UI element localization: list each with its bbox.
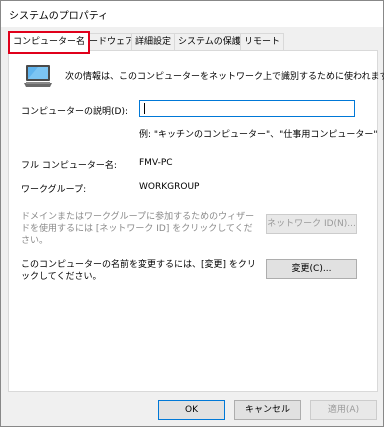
network-id-button[interactable]: ネットワーク ID(N)... xyxy=(266,214,357,234)
change-description: このコンピューターの名前を変更するには、[変更] をクリックしてください。 xyxy=(21,260,256,282)
tab-remote[interactable]: リモート xyxy=(240,33,285,50)
tab-advanced[interactable]: 詳細設定 xyxy=(131,33,176,50)
title-bar[interactable]: システムのプロパティ xyxy=(1,1,383,27)
text-caret xyxy=(144,103,145,114)
full-name-label: フル コンピューター名: xyxy=(21,161,117,171)
tab-computer-name[interactable]: コンピューター名 xyxy=(8,31,91,54)
full-name-value: FMV-PC xyxy=(139,158,173,168)
window-title: システムのプロパティ xyxy=(9,11,109,22)
intro-text: 次の情報は、このコンピューターをネットワーク上で識別するために使われます。 xyxy=(65,72,384,82)
cancel-button[interactable]: キャンセル xyxy=(234,400,301,420)
workgroup-label: ワークグループ: xyxy=(21,185,87,195)
workgroup-value: WORKGROUP xyxy=(139,182,200,192)
description-label: コンピューターの説明(D): xyxy=(21,107,128,117)
computer-icon xyxy=(24,65,52,87)
ok-button[interactable]: OK xyxy=(158,400,225,420)
change-button[interactable]: 変更(C)... xyxy=(266,259,357,279)
tab-strip: コンピューター名 ハードウェア 詳細設定 システムの保護 リモート xyxy=(8,31,378,54)
description-example: 例: "キッチンのコンピューター"、"仕事用コンピューター" xyxy=(139,130,378,140)
tab-system-protection[interactable]: システムの保護 xyxy=(174,33,245,50)
tab-panel: 次の情報は、このコンピューターをネットワーク上で識別するために使われます。 コン… xyxy=(8,50,384,392)
apply-button[interactable]: 適用(A) xyxy=(310,400,377,420)
network-id-description: ドメインまたはワークグループに参加するためのウィザードを使用するには [ネットワ… xyxy=(21,212,255,246)
computer-description-input[interactable] xyxy=(139,100,355,117)
system-properties-window: システムのプロパティ コンピューター名 ハードウェア 詳細設定 システムの保護 … xyxy=(0,0,384,427)
